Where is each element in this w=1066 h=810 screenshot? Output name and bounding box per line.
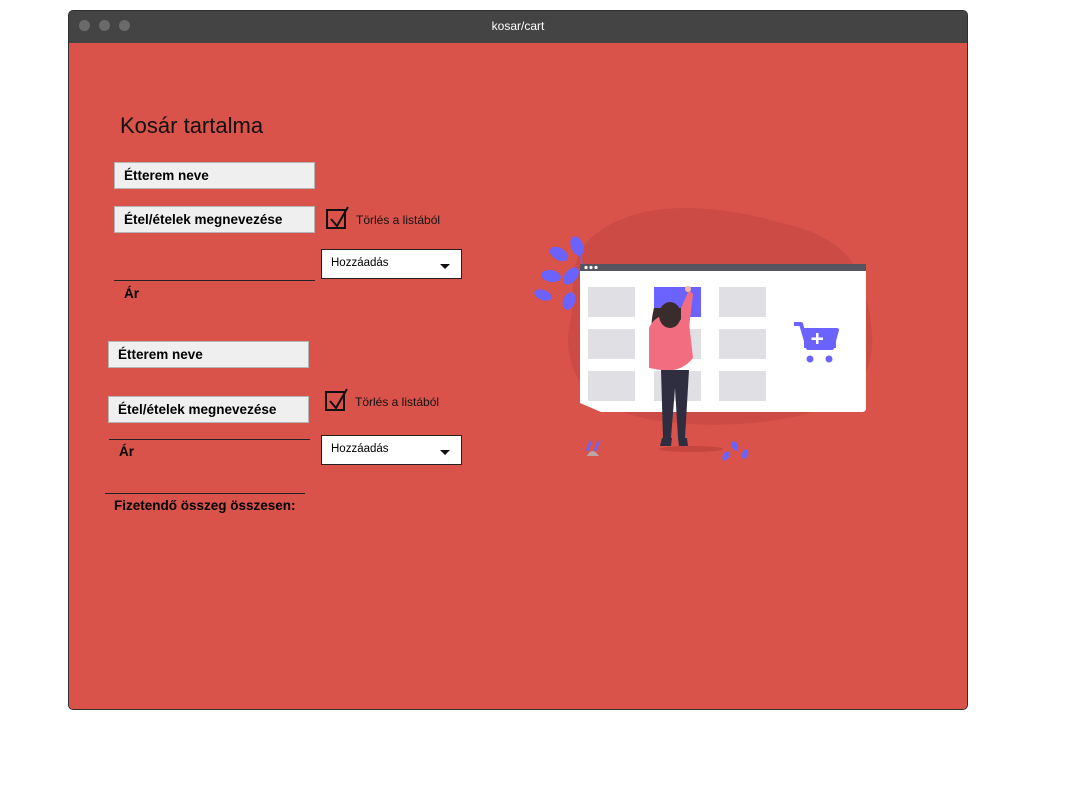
remove-from-list-checkbox[interactable] (325, 388, 348, 411)
title-bar: kosar/cart (69, 11, 967, 43)
cart-page: Kosár tartalma Étterem neve Étel/ételek … (69, 43, 967, 709)
restaurant-name-field[interactable]: Étterem neve (114, 162, 315, 189)
total-amount-label: Fizetendő összeg összesen: (114, 498, 296, 513)
add-select-value: Hozzáadás (331, 257, 389, 269)
checkmark-icon (330, 206, 349, 228)
price-label: Ár (124, 286, 140, 301)
page-title: Kosár tartalma (120, 113, 264, 138)
window-title: kosar/cart (491, 19, 545, 33)
chevron-down-icon (440, 264, 450, 269)
remove-from-list-checkbox[interactable] (326, 206, 349, 229)
divider (114, 280, 315, 281)
chevron-down-icon (440, 450, 450, 455)
app-window: kosar/cart Kosár tartalma Étterem neve É… (68, 10, 968, 710)
remove-from-list-label: Törlés a listából (355, 395, 440, 409)
restaurant-name-field[interactable]: Étterem neve (108, 341, 309, 368)
food-name-field[interactable]: Étel/ételek megnevezése (114, 206, 315, 233)
add-select-value: Hozzáadás (331, 443, 389, 455)
remove-from-list-label: Törlés a listából (356, 213, 441, 227)
price-label: Ár (119, 444, 135, 459)
shopping-illustration (534, 208, 873, 461)
divider (105, 493, 305, 494)
add-quantity-select[interactable]: Hozzáadás (321, 435, 462, 465)
divider (109, 439, 310, 440)
food-name-field[interactable]: Étel/ételek megnevezése (108, 396, 309, 423)
checkmark-icon (329, 388, 348, 410)
add-quantity-select[interactable]: Hozzáadás (321, 249, 462, 279)
